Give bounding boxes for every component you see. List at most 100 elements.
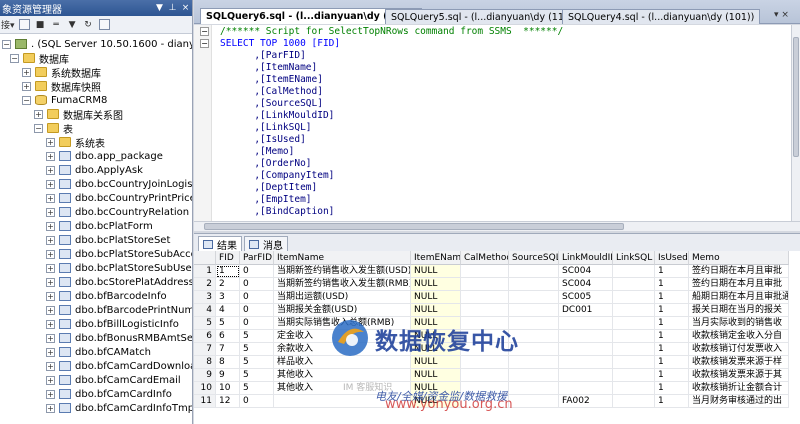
grid-cell[interactable]: 1: [216, 265, 240, 278]
grid-cell[interactable]: 6: [216, 330, 240, 343]
grid-cell[interactable]: NULL: [411, 265, 461, 278]
grid-cell[interactable]: [509, 291, 559, 304]
grid-cell[interactable]: 1: [655, 382, 689, 395]
expand-icon[interactable]: +: [46, 333, 55, 343]
grid-cell[interactable]: 1: [655, 330, 689, 343]
grid-cell[interactable]: 当期新签约销售收入发生额(USD): [274, 265, 411, 278]
tree-node[interactable]: + 数据库关系图: [34, 107, 123, 122]
grid-cell[interactable]: [274, 395, 411, 408]
column-header[interactable]: SourceSQL: [509, 251, 559, 265]
tree-node[interactable]: + dbo.bfBillLogisticInfo: [46, 317, 179, 331]
grid-cell[interactable]: 余款收入: [274, 343, 411, 356]
expand-icon[interactable]: +: [46, 235, 55, 245]
grid-cell[interactable]: SC004: [559, 278, 613, 291]
grid-cell[interactable]: 2: [216, 278, 240, 291]
row-number[interactable]: 9: [194, 369, 216, 382]
row-number[interactable]: 11: [194, 395, 216, 408]
tree-node[interactable]: − 表: [34, 121, 73, 136]
grid-cell[interactable]: [461, 382, 509, 395]
grid-cell[interactable]: [509, 265, 559, 278]
column-header[interactable]: ParFID: [240, 251, 274, 265]
expand-icon[interactable]: +: [22, 67, 31, 77]
grid-cell[interactable]: [461, 343, 509, 356]
column-header[interactable]: ItemEName: [411, 251, 461, 265]
tree-node[interactable]: − 数据库: [10, 51, 69, 66]
expand-icon[interactable]: +: [46, 221, 55, 231]
collapse-icon[interactable]: −: [34, 123, 43, 133]
grid-cell[interactable]: NULL: [411, 317, 461, 330]
grid-cell[interactable]: DC001: [559, 304, 613, 317]
expand-icon[interactable]: +: [34, 109, 43, 119]
expand-icon[interactable]: +: [46, 137, 55, 147]
filter-icon[interactable]: ▼: [66, 18, 79, 32]
tree-node[interactable]: + 数据库快照: [22, 79, 101, 94]
tree-node[interactable]: + dbo.bcPlatStoreSet: [46, 233, 170, 247]
tree-node[interactable]: + dbo.app_package: [46, 149, 163, 163]
grid-cell[interactable]: 0: [240, 278, 274, 291]
grid-cell[interactable]: [559, 382, 613, 395]
grid-cell[interactable]: [509, 317, 559, 330]
grid-cell[interactable]: 1: [655, 356, 689, 369]
tree-node[interactable]: + dbo.bcCountryPrintPrice: [46, 191, 192, 205]
tree-node[interactable]: − FumaCRM8: [22, 93, 107, 107]
grid-cell[interactable]: [613, 343, 655, 356]
tree-node[interactable]: + dbo.bcCountryRelation: [46, 205, 189, 219]
grid-cell[interactable]: SC005: [559, 291, 613, 304]
grid-cell[interactable]: [461, 265, 509, 278]
grid-cell[interactable]: 4: [216, 304, 240, 317]
expand-icon[interactable]: +: [46, 305, 55, 315]
grid-cell[interactable]: FA002: [559, 395, 613, 408]
grid-cell[interactable]: 0: [240, 265, 274, 278]
grid-cell[interactable]: [509, 382, 559, 395]
expand-icon[interactable]: +: [46, 347, 55, 357]
grid-cell[interactable]: [509, 330, 559, 343]
scroll-thumb[interactable]: [793, 37, 799, 157]
tree-node[interactable]: + dbo.bfBarcodeInfo: [46, 289, 167, 303]
column-header[interactable]: LinkMouldID: [559, 251, 613, 265]
grid-cell[interactable]: 当月财务审核通过的出: [689, 395, 789, 408]
tree-node[interactable]: + dbo.bcCountryJoinLogist: [46, 177, 192, 191]
grid-cell[interactable]: [613, 382, 655, 395]
grid-cell[interactable]: NULL: [411, 369, 461, 382]
expand-icon[interactable]: +: [46, 249, 55, 259]
tree-node[interactable]: + dbo.bfCamCardDownloa: [46, 359, 192, 373]
grid-cell[interactable]: [613, 265, 655, 278]
query-editor[interactable]: − − /****** Script for SelectTopNRows co…: [194, 25, 791, 221]
tree-node[interactable]: + dbo.bcPlatForm: [46, 219, 153, 233]
row-number[interactable]: 10: [194, 382, 216, 395]
connect-button[interactable]: 接▾: [1, 18, 15, 32]
grid-cell[interactable]: 1: [655, 304, 689, 317]
grid-cell[interactable]: [613, 317, 655, 330]
expand-icon[interactable]: +: [46, 179, 55, 189]
grid-cell[interactable]: [559, 330, 613, 343]
tree-node[interactable]: + dbo.bfCamCardEmail: [46, 373, 181, 387]
grid-cell[interactable]: 当期出运额(USD): [274, 291, 411, 304]
tree-node[interactable]: + dbo.bfCamCardInfo: [46, 387, 172, 401]
grid-cell[interactable]: 8: [216, 356, 240, 369]
connect-icon[interactable]: [18, 18, 31, 32]
grid-cell[interactable]: 0: [240, 291, 274, 304]
grid-cell[interactable]: 其他收入: [274, 382, 411, 395]
grid-cell[interactable]: 收款核销订付发票收入: [689, 343, 789, 356]
grid-cell[interactable]: NULL: [411, 395, 461, 408]
grid-cell[interactable]: 当期实际销售收入总额(RMB): [274, 317, 411, 330]
tree-node-server[interactable]: − . (SQL Server 10.50.1600 - dianyuan\dy: [2, 37, 192, 51]
grid-cell[interactable]: [613, 369, 655, 382]
tree-node[interactable]: + dbo.bcStorePlatAddress: [46, 275, 192, 289]
grid-cell[interactable]: 3: [216, 291, 240, 304]
grid-cell[interactable]: 1: [655, 395, 689, 408]
grid-cell[interactable]: [461, 278, 509, 291]
grid-cell[interactable]: 定金收入: [274, 330, 411, 343]
column-header[interactable]: Memo: [689, 251, 789, 265]
expand-icon[interactable]: +: [46, 375, 55, 385]
grid-cell[interactable]: [509, 278, 559, 291]
tree-node[interactable]: + dbo.bcPlatStoreSubAccou: [46, 247, 192, 261]
grid-cell[interactable]: 1: [655, 291, 689, 304]
grid-cell[interactable]: NULL: [411, 356, 461, 369]
column-header[interactable]: CalMethod: [461, 251, 509, 265]
column-header[interactable]: ItemName: [274, 251, 411, 265]
tab-sqlquery5[interactable]: SQLQuery5.sql - (l...dianyuan\dy (115)): [385, 9, 584, 24]
summary-icon[interactable]: [98, 18, 111, 32]
grid-cell[interactable]: 样品收入: [274, 356, 411, 369]
pin-icon[interactable]: ▼: [153, 3, 166, 13]
